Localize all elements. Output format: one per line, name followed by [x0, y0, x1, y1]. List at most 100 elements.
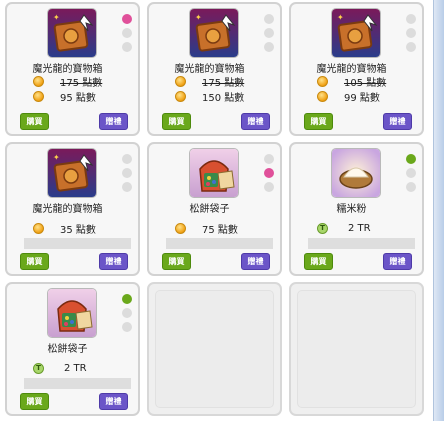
treasure-chest-icon: ✦ — [189, 8, 239, 58]
sale-price: 2 TR — [348, 223, 371, 234]
price-bar — [166, 238, 273, 249]
buy-button[interactable]: 購買 — [304, 253, 333, 270]
treasure-chest-icon: ✦ — [47, 148, 97, 198]
dot[interactable] — [264, 14, 274, 24]
dot[interactable] — [122, 182, 132, 192]
buy-button[interactable]: 購買 — [20, 253, 49, 270]
gift-button[interactable]: 贈禮 — [383, 113, 412, 130]
sale-price: 99 點數 — [344, 93, 380, 104]
dot[interactable] — [264, 42, 274, 52]
point-coin-icon — [175, 91, 186, 102]
dot-active[interactable] — [406, 154, 416, 164]
buy-button[interactable]: 購買 — [162, 113, 191, 130]
dot[interactable] — [122, 168, 132, 178]
gift-button[interactable]: 贈禮 — [383, 253, 412, 270]
page-dots — [264, 154, 274, 196]
item-name: 糯米粉 — [336, 204, 367, 215]
dot[interactable] — [122, 28, 132, 38]
buy-button[interactable]: 購買 — [304, 113, 333, 130]
page-dots — [264, 14, 274, 56]
sale-price-row: 150 點數 — [175, 90, 245, 104]
dot-active[interactable] — [264, 168, 274, 178]
sale-price-row: T 2 TR — [33, 362, 87, 375]
original-price: 175 點數 — [202, 78, 245, 89]
item-card[interactable]: ✦ 魔光龍的寶物箱 175 點數 150 點數 購買 贈禮 — [147, 2, 282, 136]
gift-button[interactable]: 贈禮 — [241, 253, 270, 270]
item-card[interactable]: ✦ 魔光龍的寶物箱 35 點數 購買 贈禮 — [5, 142, 140, 276]
buy-button[interactable]: 購買 — [20, 113, 49, 130]
dot[interactable] — [122, 154, 132, 164]
point-coin-icon — [317, 91, 328, 102]
original-price-row: 175 點數 — [175, 75, 245, 89]
treasure-chest-icon: ✦ — [331, 8, 381, 58]
price-bar — [24, 378, 131, 389]
empty-slot-inner — [155, 290, 274, 408]
price-bar — [308, 238, 415, 249]
item-card[interactable]: 松餅袋子 75 點數 購買 贈禮 — [147, 142, 282, 276]
scrollbar-track[interactable] — [433, 0, 444, 421]
dot[interactable] — [406, 28, 416, 38]
item-name: 松餅袋子 — [189, 204, 230, 215]
svg-text:✦: ✦ — [195, 13, 202, 22]
sale-price-row: 95 點數 — [33, 90, 96, 104]
item-card[interactable]: 糯米粉 T 2 TR 購買 贈禮 — [289, 142, 424, 276]
sale-price: 75 點數 — [202, 225, 238, 236]
tr-coin-icon: T — [33, 363, 44, 374]
price-bar — [24, 238, 131, 249]
point-coin-icon — [33, 91, 44, 102]
dot[interactable] — [264, 154, 274, 164]
item-grid: ✦ 魔光龍的寶物箱 175 點數 95 點數 購買 贈禮 ✦ 魔光龍的寶物箱 1… — [5, 2, 425, 419]
sale-price: 35 點數 — [60, 225, 96, 236]
gift-button[interactable]: 贈禮 — [99, 253, 128, 270]
sale-price-row: 99 點數 — [317, 90, 380, 104]
page-dots — [406, 154, 416, 196]
dot[interactable] — [406, 168, 416, 178]
item-card[interactable]: ✦ 魔光龍的寶物箱 175 點數 95 點數 購買 贈禮 — [5, 2, 140, 136]
sale-price-row: 35 點數 — [33, 222, 96, 236]
sale-price-row: T 2 TR — [317, 222, 371, 235]
buy-button[interactable]: 購買 — [20, 393, 49, 410]
original-price-row: 175 點數 — [33, 75, 103, 89]
sale-price: 95 點數 — [60, 93, 96, 104]
item-card[interactable]: 松餅袋子 T 2 TR 購買 贈禮 — [5, 282, 140, 416]
gift-button[interactable]: 贈禮 — [241, 113, 270, 130]
sale-price: 150 點數 — [202, 93, 245, 104]
pancake-bag-icon — [47, 288, 97, 338]
dot[interactable] — [122, 322, 132, 332]
item-name: 魔光龍的寶物箱 — [174, 64, 245, 75]
empty-slot — [147, 282, 282, 416]
item-name: 松餅袋子 — [47, 344, 88, 355]
item-card[interactable]: ✦ 魔光龍的寶物箱 105 點數 99 點數 購買 贈禮 — [289, 2, 424, 136]
svg-text:✦: ✦ — [53, 153, 60, 162]
original-price: 175 點數 — [60, 78, 103, 89]
gift-button[interactable]: 贈禮 — [99, 113, 128, 130]
gift-button[interactable]: 贈禮 — [99, 393, 128, 410]
page-dots — [122, 294, 132, 336]
dot[interactable] — [122, 308, 132, 318]
rice-flour-icon — [331, 148, 381, 198]
dot[interactable] — [264, 28, 274, 38]
dot[interactable] — [406, 182, 416, 192]
buy-button[interactable]: 購買 — [162, 253, 191, 270]
point-coin-icon — [175, 76, 186, 87]
point-coin-icon — [175, 223, 186, 234]
treasure-chest-icon: ✦ — [47, 8, 97, 58]
empty-slot — [289, 282, 424, 416]
point-coin-icon — [317, 76, 328, 87]
dot-active[interactable] — [122, 14, 132, 24]
page-dots — [122, 154, 132, 196]
point-coin-icon — [33, 76, 44, 87]
pancake-bag-icon — [189, 148, 239, 198]
item-name: 魔光龍的寶物箱 — [32, 64, 103, 75]
svg-text:✦: ✦ — [337, 13, 344, 22]
sale-price: 2 TR — [64, 363, 87, 374]
dot[interactable] — [406, 14, 416, 24]
dot[interactable] — [264, 182, 274, 192]
empty-slot-inner — [297, 290, 416, 408]
dot[interactable] — [406, 42, 416, 52]
item-name: 魔光龍的寶物箱 — [316, 64, 387, 75]
dot-active[interactable] — [122, 294, 132, 304]
original-price-row: 105 點數 — [317, 75, 386, 89]
dot[interactable] — [122, 42, 132, 52]
page-dots — [122, 14, 132, 56]
